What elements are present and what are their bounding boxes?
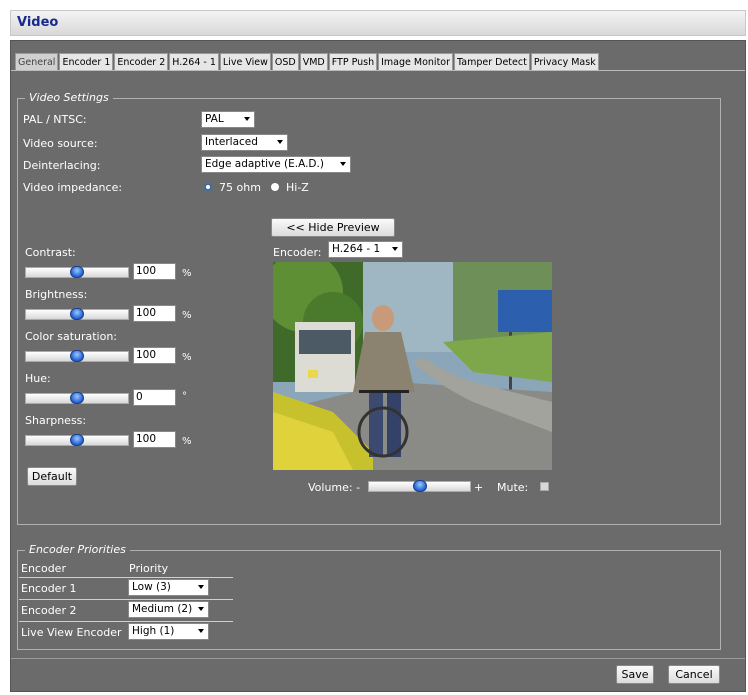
pal-ntsc-value: PAL — [205, 113, 224, 125]
tab-ftp-push[interactable]: FTP Push — [328, 53, 378, 71]
encoder-priorities-fieldset — [17, 550, 721, 650]
footer-divider — [11, 658, 745, 659]
tab-vmd[interactable]: VMD — [299, 53, 328, 71]
video-frame-image — [273, 262, 552, 470]
tab-general[interactable]: General — [15, 53, 59, 71]
tab-encoder-1[interactable]: Encoder 1 — [59, 53, 114, 71]
priorities-row-rule — [19, 621, 233, 622]
brightness-slider-handle[interactable] — [70, 308, 84, 320]
sharpness-slider[interactable] — [25, 434, 129, 446]
hue-slider-handle[interactable] — [70, 392, 84, 404]
window-title: Video — [17, 15, 59, 30]
deinterlacing-label: Deinterlacing: — [23, 159, 101, 172]
volume-slider-handle[interactable] — [413, 480, 427, 492]
hue-label: Hue: — [25, 372, 51, 385]
pal-ntsc-label: PAL / NTSC: — [23, 113, 87, 126]
chevron-down-icon — [198, 629, 204, 633]
impedance-hiz-radio[interactable] — [271, 183, 279, 191]
sharpness-label: Sharpness: — [25, 414, 87, 427]
brightness-slider[interactable] — [25, 308, 129, 320]
live-view-encoder-label: Live View Encoder — [21, 626, 122, 639]
contrast-slider[interactable] — [25, 266, 129, 278]
brightness-label: Brightness: — [25, 288, 88, 301]
volume-slider[interactable] — [368, 480, 471, 492]
encoder-1-label: Encoder 1 — [21, 582, 77, 595]
color-saturation-input[interactable]: 100 — [133, 347, 176, 364]
volume-label: Volume: - — [308, 481, 361, 494]
hue-input[interactable]: 0 — [133, 389, 176, 406]
priorities-header-rule — [19, 577, 233, 578]
contrast-input[interactable]: 100 — [133, 263, 176, 280]
video-impedance-label: Video impedance: — [23, 181, 123, 194]
hue-slider[interactable] — [25, 392, 129, 404]
encoder-priorities-legend: Encoder Priorities — [25, 543, 130, 556]
encoder-2-priority-value: Medium (2) — [132, 603, 193, 615]
sharpness-unit: % — [182, 436, 192, 447]
default-button[interactable]: Default — [27, 467, 77, 486]
contrast-label: Contrast: — [25, 246, 76, 259]
color-saturation-slider-handle[interactable] — [70, 350, 84, 362]
hide-preview-button[interactable]: << Hide Preview — [271, 218, 395, 237]
color-saturation-unit: % — [182, 352, 192, 363]
encoder-1-priority-value: Low (3) — [132, 581, 171, 593]
contrast-unit: % — [182, 268, 192, 279]
video-preview — [273, 262, 552, 470]
video-source-value: Interlaced — [205, 136, 258, 148]
cancel-button[interactable]: Cancel — [668, 665, 720, 684]
chevron-down-icon — [198, 585, 204, 589]
hue-unit: ° — [182, 391, 187, 402]
tab-bar: General Encoder 1 Encoder 2 H.264 - 1 Li… — [15, 53, 600, 71]
video-source-label: Video source: — [23, 137, 98, 150]
color-saturation-label: Color saturation: — [25, 330, 118, 343]
preview-encoder-label: Encoder: — [273, 246, 322, 259]
priorities-header-priority: Priority — [129, 562, 169, 575]
live-view-encoder-priority-select[interactable]: High (1) — [128, 623, 209, 640]
chevron-down-icon — [277, 140, 283, 144]
pal-ntsc-select[interactable]: PAL — [201, 111, 255, 128]
brightness-input[interactable]: 100 — [133, 305, 176, 322]
mute-checkbox[interactable] — [540, 482, 549, 491]
save-button[interactable]: Save — [616, 665, 654, 684]
sharpness-input[interactable]: 100 — [133, 431, 176, 448]
window-titlebar: Video — [10, 10, 746, 36]
tab-privacy-mask[interactable]: Privacy Mask — [530, 53, 599, 71]
volume-plus-label: + — [474, 481, 484, 494]
color-saturation-slider[interactable] — [25, 350, 129, 362]
chevron-down-icon — [392, 247, 398, 251]
chevron-down-icon — [340, 162, 346, 166]
encoder-2-priority-select[interactable]: Medium (2) — [128, 601, 209, 618]
tab-tamper-detect[interactable]: Tamper Detect — [454, 53, 530, 71]
priorities-row-rule — [19, 599, 233, 600]
video-settings-panel: General Encoder 1 Encoder 2 H.264 - 1 Li… — [10, 40, 746, 692]
impedance-75ohm-radio[interactable] — [204, 183, 212, 191]
preview-encoder-value: H.264 - 1 — [332, 243, 381, 255]
tab-image-monitor[interactable]: Image Monitor — [378, 53, 454, 71]
encoder-1-priority-select[interactable]: Low (3) — [128, 579, 209, 596]
video-source-select[interactable]: Interlaced — [201, 134, 288, 151]
tab-divider — [11, 70, 745, 71]
chevron-down-icon — [198, 607, 204, 611]
contrast-slider-handle[interactable] — [70, 266, 84, 278]
deinterlacing-value: Edge adaptive (E.A.D.) — [205, 158, 324, 170]
priorities-header-encoder: Encoder — [21, 562, 66, 575]
impedance-hiz-label: Hi-Z — [286, 181, 309, 194]
sharpness-slider-handle[interactable] — [70, 434, 84, 446]
preview-encoder-select[interactable]: H.264 - 1 — [328, 241, 403, 258]
encoder-2-label: Encoder 2 — [21, 604, 77, 617]
chevron-down-icon — [244, 117, 250, 121]
brightness-unit: % — [182, 310, 192, 321]
impedance-75ohm-label: 75 ohm — [219, 181, 261, 194]
mute-label: Mute: — [497, 481, 529, 494]
tab-live-view[interactable]: Live View — [219, 53, 271, 71]
tab-h264-1[interactable]: H.264 - 1 — [169, 53, 219, 71]
live-view-encoder-priority-value: High (1) — [132, 625, 175, 637]
deinterlacing-select[interactable]: Edge adaptive (E.A.D.) — [201, 156, 351, 173]
video-settings-legend: Video Settings — [25, 91, 113, 104]
tab-encoder-2[interactable]: Encoder 2 — [114, 53, 169, 71]
tab-osd[interactable]: OSD — [271, 53, 299, 71]
